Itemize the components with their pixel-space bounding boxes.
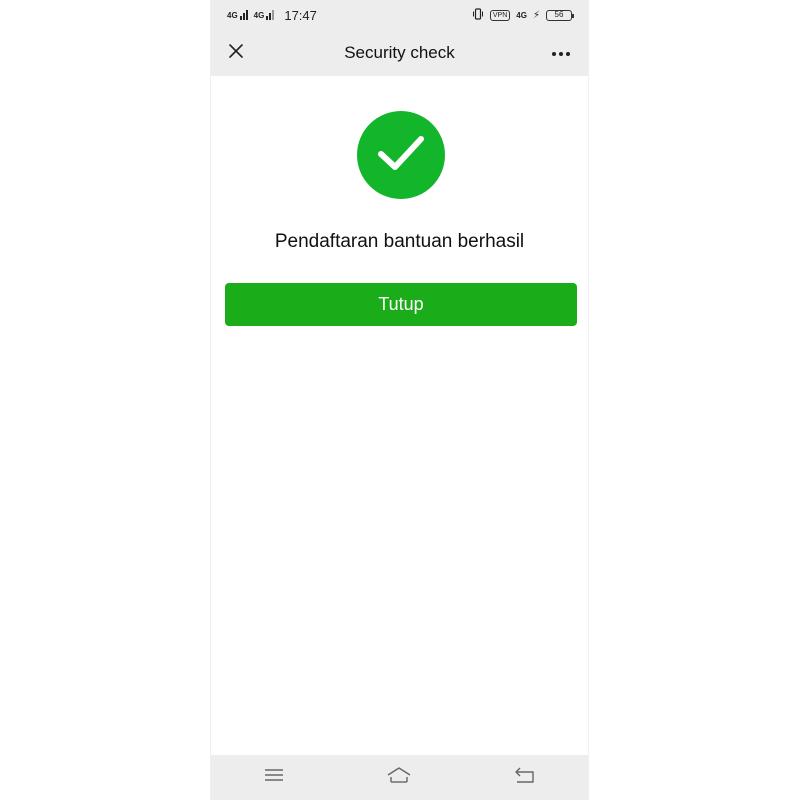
nav-menu-button[interactable] [254,758,294,798]
nav-back-button[interactable] [505,758,545,798]
close-button[interactable]: Tutup [225,283,577,326]
vpn-badge: VPN [489,9,511,21]
battery-icon: 56 [546,9,574,21]
signal-icon-sim2: 4G [254,10,275,20]
system-nav-bar [211,755,588,800]
status-time: 17:47 [284,7,317,23]
success-circle [357,111,445,199]
title-bar: Security check [211,30,588,76]
close-button-header[interactable] [219,36,253,70]
checkmark-icon [377,133,425,178]
more-dots-icon [551,44,571,62]
status-right: VPN 4G ⚡ 56 [472,7,574,23]
signal-label-sim1: 4G [227,11,238,20]
success-message: Pendaftaran bantuan berhasil [274,231,525,252]
nav-home-button[interactable] [379,758,419,798]
network-4g-label: 4G [516,10,527,20]
page-title: Security check [344,43,455,62]
back-icon [514,767,536,788]
close-icon [228,43,244,64]
status-left: 4G 4G 17:47 [227,8,317,23]
home-icon [386,766,412,789]
vibrate-icon [472,7,484,23]
phone-screen: 4G 4G 17:47 VPN 4G ⚡ 56 Security check P… [210,0,589,800]
menu-icon [264,768,284,787]
battery-level: 56 [554,10,564,19]
more-options-button[interactable] [544,36,578,70]
signal-label-sim2: 4G [253,11,265,20]
charging-icon: ⚡ [532,9,540,21]
status-bar: 4G 4G 17:47 VPN 4G ⚡ 56 [211,0,588,30]
signal-icon-sim1: 4G [227,10,248,20]
